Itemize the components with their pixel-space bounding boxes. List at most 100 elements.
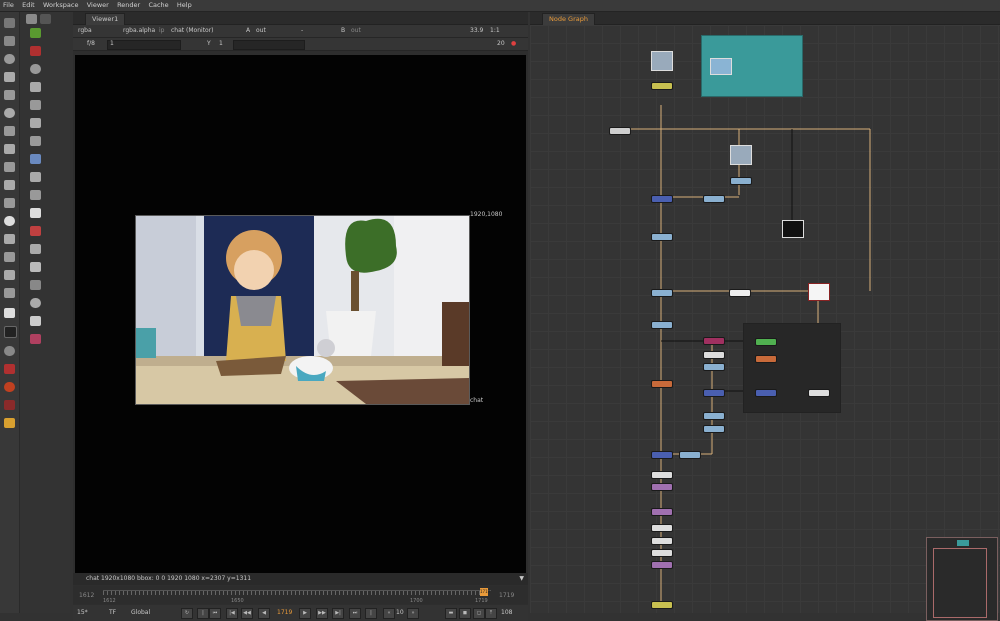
plugin-dark-red-icon[interactable]: [4, 400, 15, 410]
step-back-button[interactable]: ◀◀: [241, 608, 253, 619]
views-tool-icon[interactable]: [4, 234, 15, 244]
gizmo-node-2[interactable]: [651, 508, 673, 516]
ip-button[interactable]: ip: [159, 27, 164, 34]
tab-node-graph[interactable]: Node Graph: [542, 13, 595, 25]
grade-icon[interactable]: [30, 82, 41, 92]
paint-icon[interactable]: [30, 136, 41, 146]
skip-forward-button[interactable]: ⏭: [349, 608, 361, 619]
alpha-channel-select[interactable]: rgba.alpha: [123, 27, 155, 34]
dot-node-3[interactable]: [651, 549, 673, 557]
grade-node-thumbnail[interactable]: [730, 145, 752, 165]
dot-node-1[interactable]: [651, 524, 673, 532]
grade-node[interactable]: [730, 177, 752, 185]
scene-icon[interactable]: [30, 154, 41, 164]
a-input-select[interactable]: out: [256, 27, 266, 34]
ocula-tool-icon[interactable]: [4, 326, 17, 338]
step-back-increment-button[interactable]: «: [383, 608, 395, 619]
input-node[interactable]: [609, 127, 631, 135]
merge-node-4[interactable]: [755, 389, 777, 397]
write-node-icon[interactable]: [30, 46, 41, 56]
text-icon[interactable]: [30, 190, 41, 200]
plugin-tool-icon[interactable]: [4, 346, 15, 356]
frame-value[interactable]: 20: [497, 40, 505, 47]
next-keyframe-button[interactable]: ▶|: [332, 608, 344, 619]
export-button[interactable]: ⤒: [485, 608, 497, 619]
deep-tool-icon[interactable]: [4, 216, 15, 226]
menu-workspace[interactable]: Workspace: [40, 0, 82, 11]
first-frame-button[interactable]: |: [197, 608, 209, 619]
node-graph-minimap[interactable]: [926, 537, 998, 621]
output-node[interactable]: [808, 389, 830, 397]
dissolve-node[interactable]: [729, 289, 751, 297]
skip-back-button[interactable]: ⏮: [209, 608, 221, 619]
gamma-value[interactable]: 1: [219, 40, 223, 47]
metadata-tool-icon[interactable]: [4, 252, 15, 262]
pane-menu-icon[interactable]: [26, 14, 37, 24]
plugin-red-icon[interactable]: [4, 364, 15, 374]
blur-node[interactable]: [651, 233, 673, 241]
roto-icon[interactable]: [30, 118, 41, 128]
compare-mode-select[interactable]: -: [301, 27, 303, 34]
backdrop-icon[interactable]: [30, 64, 41, 74]
viewer-viewport[interactable]: 1920,1080 chat: [75, 55, 526, 573]
merge-tool-icon[interactable]: [4, 144, 15, 154]
green-node[interactable]: [755, 338, 777, 346]
draw-tool-icon[interactable]: [4, 36, 15, 46]
read-node-icon[interactable]: [30, 28, 41, 38]
crop-node[interactable]: [679, 451, 701, 459]
menu-viewer[interactable]: Viewer: [84, 0, 112, 11]
transform-tool-icon[interactable]: [4, 162, 15, 172]
gizmo-node-3[interactable]: [651, 561, 673, 569]
gizmo-icon[interactable]: [30, 334, 41, 344]
roto-node[interactable]: [808, 283, 830, 301]
menu-edit[interactable]: Edit: [19, 0, 38, 11]
pause-icon[interactable]: ●: [511, 40, 516, 47]
time-offset-node[interactable]: [651, 380, 673, 388]
merge-node-2[interactable]: [651, 289, 673, 297]
read-node-thumbnail[interactable]: [651, 51, 673, 71]
pane-close-icon[interactable]: [40, 14, 51, 24]
orange-node[interactable]: [755, 355, 777, 363]
node-graph-canvas[interactable]: [530, 25, 1000, 621]
status-dropdown-icon[interactable]: ▼: [519, 573, 524, 585]
color-tool-icon[interactable]: [4, 90, 15, 100]
tracker-icon[interactable]: [30, 262, 41, 272]
toolsets-tool-icon[interactable]: [4, 270, 15, 280]
b-input-select[interactable]: out: [351, 27, 361, 34]
region-button[interactable]: ◻: [473, 608, 485, 619]
gizmo-node-1[interactable]: [651, 483, 673, 491]
crop-icon[interactable]: [30, 208, 41, 218]
channels-select[interactable]: rgba: [78, 27, 92, 34]
last-frame-button[interactable]: |: [365, 608, 377, 619]
step-forward-button[interactable]: ▶▶: [316, 608, 328, 619]
merge-node-5[interactable]: [651, 451, 673, 459]
ratio-select[interactable]: 1:1: [490, 27, 500, 34]
menu-render[interactable]: Render: [114, 0, 143, 11]
proxy-button[interactable]: ◼: [459, 608, 471, 619]
blur-icon[interactable]: [30, 100, 41, 110]
mask-node[interactable]: [782, 220, 804, 238]
eye-icon[interactable]: [30, 298, 41, 308]
color-correct-node[interactable]: [651, 321, 673, 329]
3d-tool-icon[interactable]: [4, 180, 15, 190]
merge-node-3[interactable]: [703, 389, 725, 397]
viewer-tool-icon[interactable]: [4, 18, 15, 28]
play-forward-button[interactable]: ▶: [299, 608, 311, 619]
monitor-out-button[interactable]: ▬: [445, 608, 457, 619]
filter-tool-icon[interactable]: [4, 108, 15, 118]
particles-tool-icon[interactable]: [4, 198, 15, 208]
play-backward-button[interactable]: ◀: [258, 608, 270, 619]
minimap-view-rect[interactable]: [933, 548, 987, 618]
time-tool-icon[interactable]: [4, 54, 15, 64]
furnace-tool-icon[interactable]: [4, 308, 15, 318]
menu-cache[interactable]: Cache: [145, 0, 171, 11]
gain-slider[interactable]: [107, 40, 181, 50]
premult-node[interactable]: [703, 363, 725, 371]
step-forward-increment-button[interactable]: »: [407, 608, 419, 619]
merge-node-1[interactable]: [651, 195, 673, 203]
grade-node-3[interactable]: [703, 425, 725, 433]
other-tool-icon[interactable]: [4, 288, 15, 298]
tab-viewer1[interactable]: Viewer1: [85, 13, 126, 25]
timeline[interactable]: 1612 1612 1650 1700 1719 1719 1719: [73, 586, 528, 604]
menu-help[interactable]: Help: [174, 0, 195, 11]
